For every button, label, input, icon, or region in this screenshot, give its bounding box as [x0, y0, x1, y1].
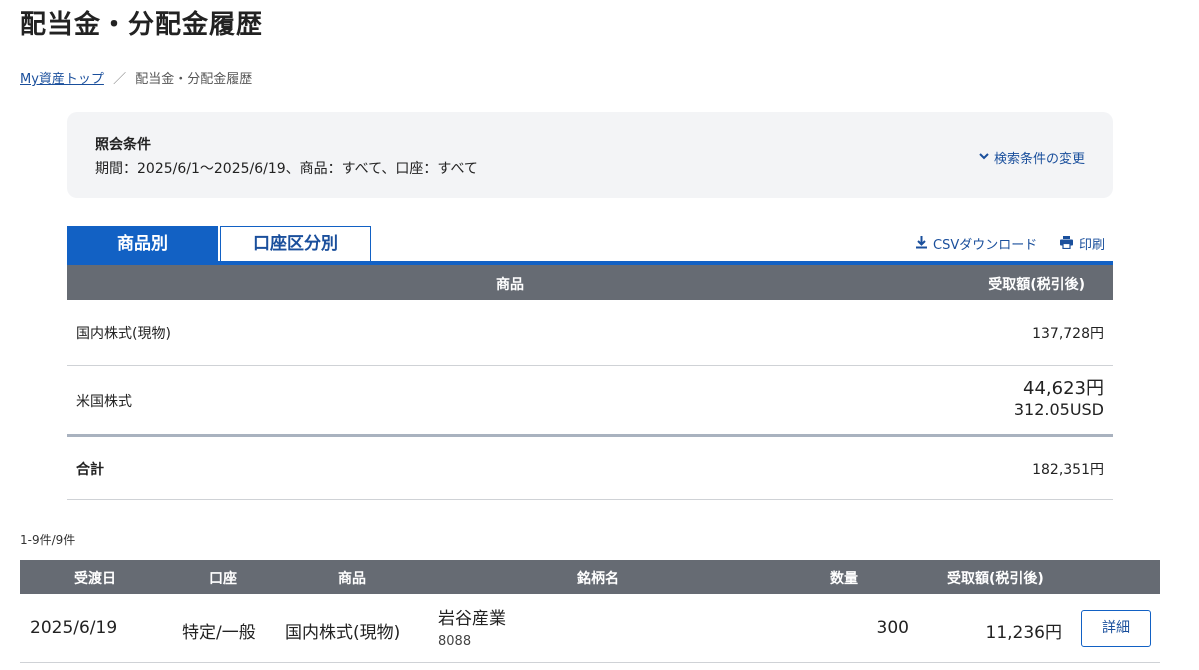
detail-button[interactable]: 詳細 [1081, 610, 1151, 647]
table-row: 2025/6/19 特定/一般 国内株式(現物) 岩谷産業 8088 300 1… [20, 594, 1160, 663]
header-account: 口座 [209, 571, 237, 587]
change-conditions-label: 検索条件の変更 [993, 152, 1085, 167]
row-quantity: 300 [876, 618, 909, 638]
summary-row-amount: 44,623円 [1023, 378, 1104, 399]
search-conditions-panel: 照会条件 期間：2025/6/1〜2025/6/19、商品：すべて、口座：すべて… [67, 112, 1113, 198]
conditions-title: 照会条件 [95, 137, 151, 153]
breadcrumb-home-link[interactable]: My資産トップ [20, 72, 104, 87]
header-quantity: 数量 [830, 571, 858, 587]
tab-by-product[interactable]: 商品別 [67, 226, 218, 262]
header-product: 商品 [338, 571, 366, 587]
row-amount: 11,236円 [985, 623, 1062, 643]
breadcrumb: My資産トップ ／ 配当金・分配金履歴 [20, 68, 252, 87]
summary-row-amount: 137,728円 [1032, 326, 1104, 342]
summary-row-amount-usd: 312.05USD [1013, 400, 1104, 420]
csv-download-label: CSVダウンロード [933, 238, 1038, 253]
summary-total-label: 合計 [76, 462, 104, 478]
page-title: 配当金・分配金履歴 [20, 10, 264, 40]
summary-row: 米国株式 44,623円 312.05USD [67, 366, 1113, 437]
chevron-down-icon [978, 150, 990, 166]
header-issue: 銘柄名 [577, 571, 619, 587]
row-account: 特定/一般 [182, 623, 256, 643]
download-icon [915, 235, 928, 253]
summary-total-amount: 182,351円 [1032, 462, 1104, 478]
change-conditions-link[interactable]: 検索条件の変更 [978, 148, 1085, 167]
row-product: 国内株式(現物) [285, 623, 401, 643]
header-date: 受渡日 [74, 571, 116, 587]
breadcrumb-current: 配当金・分配金履歴 [135, 72, 253, 87]
summary-row-product: 米国株式 [76, 394, 132, 410]
summary-row-product: 国内株式(現物) [76, 326, 171, 342]
summary-row: 国内株式(現物) 137,728円 [67, 300, 1113, 366]
summary-header-amount: 受取額(税引後) [988, 277, 1085, 293]
printer-icon [1059, 235, 1074, 253]
print-link[interactable]: 印刷 [1059, 234, 1105, 253]
summary-total-row: 合計 182,351円 [67, 437, 1113, 500]
conditions-text: 期間：2025/6/1〜2025/6/19、商品：すべて、口座：すべて [95, 161, 478, 177]
summary-header-product: 商品 [496, 277, 524, 293]
tab-by-account-type[interactable]: 口座区分別 [220, 226, 371, 262]
breadcrumb-separator: ／ [113, 72, 127, 87]
csv-download-link[interactable]: CSVダウンロード [915, 234, 1037, 253]
print-label: 印刷 [1079, 238, 1106, 253]
row-issue-name: 岩谷産業 [438, 609, 506, 629]
row-issue-code: 8088 [438, 634, 472, 649]
history-table-header: 受渡日 口座 商品 銘柄名 数量 受取額(税引後) [20, 560, 1160, 594]
result-count: 1-9件/9件 [20, 533, 76, 547]
row-date: 2025/6/19 [30, 618, 118, 638]
summary-table-header: 商品 受取額(税引後) [67, 265, 1113, 300]
header-amount: 受取額(税引後) [947, 571, 1044, 587]
